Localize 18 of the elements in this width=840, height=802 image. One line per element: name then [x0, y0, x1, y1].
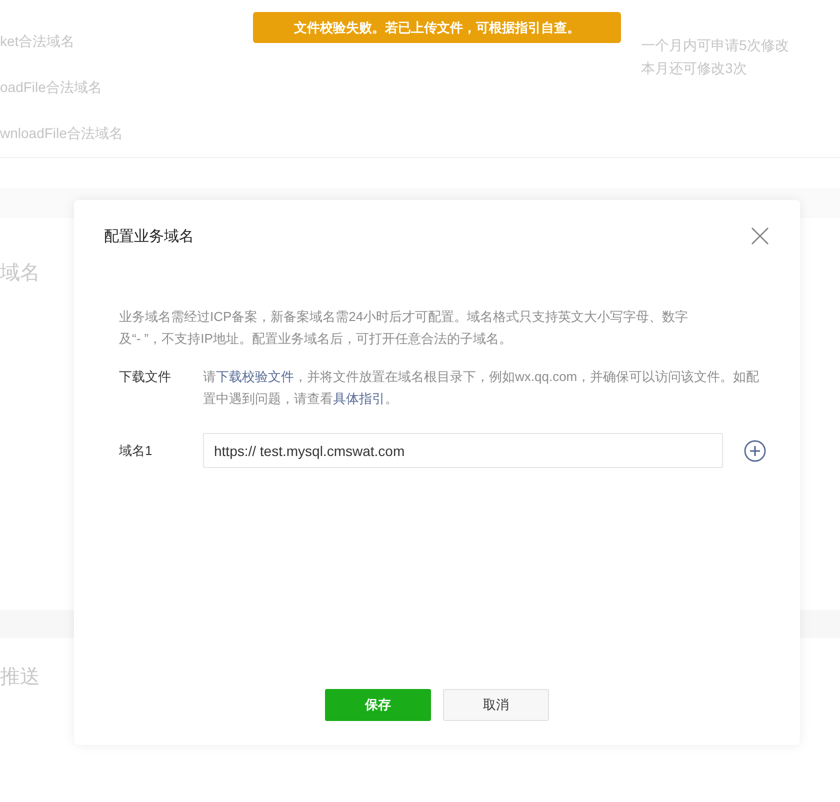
link[interactable]: 下载校验文件 [216, 369, 294, 384]
dialog-title: 配置业务域名 [104, 226, 194, 246]
domain-label: wnloadFile合法域名 [0, 124, 123, 143]
error-toast: 文件校验失败。若已上传文件，可根据指引自查。 [253, 12, 621, 43]
description-text: 业务域名需经过ICP备案，新备案域名需24小时后才可配置。域名格式只支持英文大小写字母、数字及“- ”，不支持IP地址。配置业务域名后，可打开任意合法的子域名。 [119, 308, 690, 348]
save-button[interactable]: 保存 [325, 689, 431, 721]
add-icon[interactable] [744, 440, 766, 462]
instruction-text: 请下载校验文件，并将文件放置在域名根目录下，例如wx.qq.com，并确保可以访问该文件。如配置中遇到问题，请查看具体指引。 [203, 368, 760, 408]
quota-note: 一个月内可申请5次修改 [641, 36, 790, 55]
domain-input[interactable]: https:// test.mysql.cmswat.com [203, 433, 723, 468]
domain-label: ket合法域名 [0, 32, 76, 51]
quota-note: 本月还可修改3次 [641, 59, 748, 78]
field-label: 域名1 [119, 442, 154, 460]
domain-label: oadFile合法域名 [0, 78, 103, 97]
cancel-button[interactable]: 取消 [443, 689, 549, 721]
field-label: 下载文件 [119, 368, 172, 386]
close-icon[interactable] [750, 226, 770, 246]
link[interactable]: 具体指引 [333, 391, 385, 406]
